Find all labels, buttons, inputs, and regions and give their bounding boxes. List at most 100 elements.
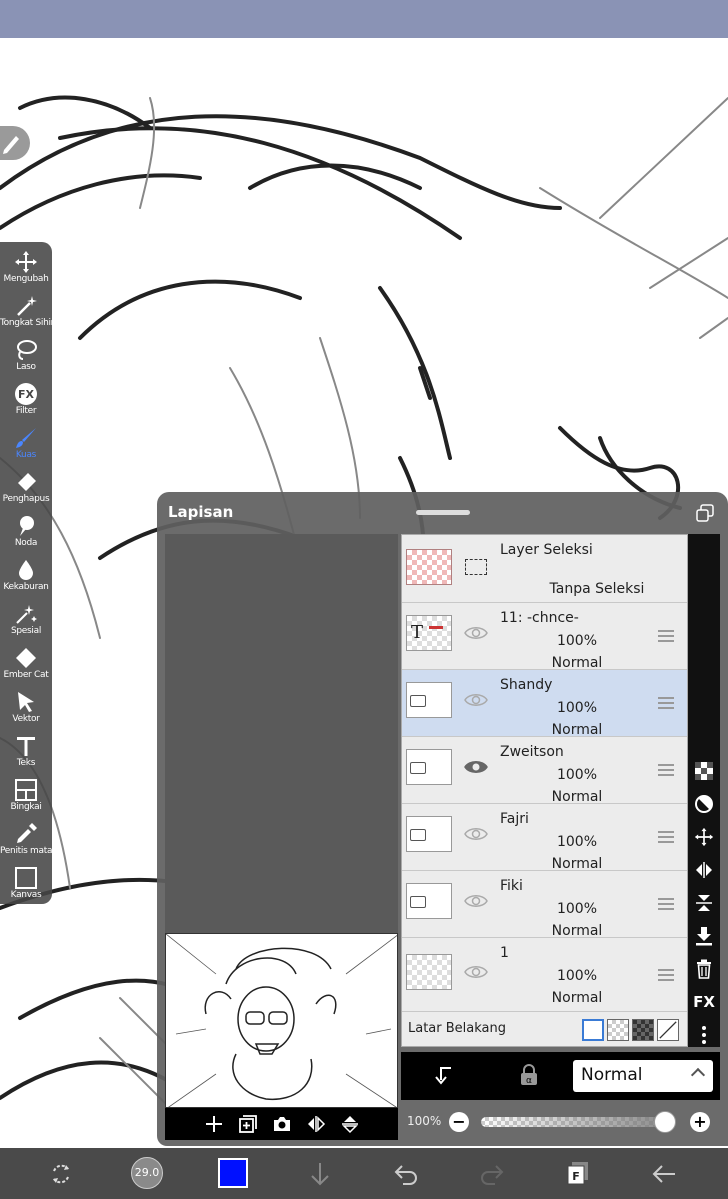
tool-blur[interactable]: Kekaburan xyxy=(0,558,52,592)
trash-icon[interactable] xyxy=(693,958,715,980)
tool-label: Noda xyxy=(14,538,38,548)
layer-row[interactable]: Zweitson 100% Normal xyxy=(402,737,687,805)
current-color-swatch[interactable] xyxy=(218,1158,248,1188)
blend-mode-select[interactable]: Normal xyxy=(573,1060,713,1092)
tool-eraser[interactable]: Penghapus xyxy=(0,470,52,504)
opacity-label: 100% xyxy=(407,1114,442,1128)
move-layer-icon[interactable] xyxy=(693,826,715,848)
flip-horizontal-icon xyxy=(307,1116,325,1132)
magic-wand-icon xyxy=(17,296,37,316)
redo-icon xyxy=(481,1165,504,1185)
background-none-swatch[interactable] xyxy=(657,1019,679,1041)
brush-size-indicator[interactable]: 29.0 xyxy=(131,1157,163,1189)
eye-icon[interactable] xyxy=(464,692,488,708)
opacity-slider[interactable] xyxy=(481,1117,676,1127)
flip-horizontal-button[interactable] xyxy=(305,1113,327,1135)
tool-label: Kekaburan xyxy=(3,582,49,592)
tool-frame[interactable]: Bingkai xyxy=(0,778,52,812)
flip-vertical-button[interactable] xyxy=(339,1113,361,1135)
back-button[interactable] xyxy=(650,1160,678,1188)
blend-mode-value: Normal xyxy=(581,1065,643,1085)
selection-layer-row[interactable]: Layer Seleksi Tanpa Seleksi xyxy=(402,535,687,603)
opacity-decrease-button[interactable]: − xyxy=(449,1112,469,1132)
status-bar xyxy=(0,0,728,38)
canvas-thumbnail[interactable] xyxy=(165,933,398,1108)
eye-icon[interactable] xyxy=(464,826,488,842)
layer-panel: Lapisan Layer Seleksi Tanpa Seleksi T 11… xyxy=(157,492,728,1146)
flip-layer-horizontal-icon[interactable] xyxy=(693,859,715,881)
layer-opacity: 100% xyxy=(556,767,598,783)
drag-handle-icon[interactable] xyxy=(658,697,674,709)
lasso-icon xyxy=(17,340,37,360)
transparency-lock-icon[interactable] xyxy=(693,760,715,782)
tool-lasso[interactable]: Laso xyxy=(0,338,52,372)
layer-fx-button[interactable]: FX xyxy=(693,991,715,1013)
tool-label: Ember Cat xyxy=(3,670,49,680)
merge-down-icon[interactable] xyxy=(693,925,715,947)
layer-name: Fiki xyxy=(500,878,523,894)
tool-canvas[interactable]: Kanvas xyxy=(0,866,52,900)
blur-icon xyxy=(19,560,33,580)
svg-text:F: F xyxy=(572,1170,580,1183)
eye-icon[interactable] xyxy=(464,893,488,909)
layer-opacity: 100% xyxy=(556,968,598,984)
tool-eyedropper[interactable]: Penitis mata xyxy=(0,822,52,856)
eye-icon[interactable] xyxy=(464,759,488,775)
tool-transform[interactable]: Mengubah xyxy=(0,250,52,284)
selection-layer-name: Layer Seleksi xyxy=(500,542,593,558)
tool-vector[interactable]: Vektor xyxy=(0,690,52,724)
layer-down-button[interactable] xyxy=(306,1160,334,1188)
duplicate-layer-button[interactable] xyxy=(237,1113,259,1135)
layer-row[interactable]: Shandy 100% Normal xyxy=(402,670,687,738)
lock-icon: α xyxy=(521,1064,537,1086)
tool-smudge[interactable]: Noda xyxy=(0,514,52,548)
duplicate-icon xyxy=(238,1115,257,1133)
tool-label: Spesial xyxy=(10,626,42,636)
tool-magic-wand[interactable]: Tongkat Sihir xyxy=(0,294,54,328)
tool-brush[interactable]: Kuas xyxy=(0,426,52,460)
add-layer-button[interactable] xyxy=(203,1113,225,1135)
layers-button[interactable]: F xyxy=(564,1160,592,1188)
background-white-swatch[interactable] xyxy=(582,1019,604,1041)
drag-handle-icon[interactable] xyxy=(658,898,674,910)
opacity-increase-button[interactable]: + xyxy=(690,1112,710,1132)
layer-row[interactable]: 1 100% Normal xyxy=(402,938,687,1012)
eye-icon[interactable] xyxy=(464,964,488,980)
layer-row[interactable]: Fajri 100% Normal xyxy=(402,804,687,872)
layer-blend-mode: Normal xyxy=(551,789,603,805)
layer-opacity: 100% xyxy=(556,834,598,850)
background-transparent-swatch[interactable] xyxy=(607,1019,629,1041)
background-dark-swatch[interactable] xyxy=(632,1019,654,1041)
bottom-toolbar: 29.0 F xyxy=(0,1148,728,1199)
svg-text:FX: FX xyxy=(18,388,35,401)
flip-layer-vertical-icon[interactable] xyxy=(693,892,715,914)
camera-button[interactable] xyxy=(271,1113,293,1135)
drag-handle-icon[interactable] xyxy=(658,630,674,642)
tool-label: Kuas xyxy=(15,450,37,460)
pencil-mode-button[interactable] xyxy=(0,126,30,160)
background-row: Latar Belakang xyxy=(402,1012,687,1046)
panel-drag-handle[interactable] xyxy=(416,510,470,515)
more-options-icon[interactable] xyxy=(693,1024,715,1046)
eye-icon[interactable] xyxy=(464,625,488,641)
drag-handle-icon[interactable] xyxy=(658,969,674,981)
tool-special[interactable]: Spesial xyxy=(0,602,52,636)
drag-handle-icon[interactable] xyxy=(658,764,674,776)
clip-layer-button[interactable] xyxy=(433,1064,455,1090)
layer-row[interactable]: Fiki 100% Normal xyxy=(402,871,687,939)
drag-handle-icon[interactable] xyxy=(658,831,674,843)
clipping-icon[interactable] xyxy=(693,793,715,815)
tool-bucket[interactable]: Ember Cat xyxy=(0,646,52,680)
redo-button[interactable] xyxy=(478,1160,506,1188)
tool-filter[interactable]: FX Filter xyxy=(0,382,52,416)
undo-button[interactable] xyxy=(392,1160,420,1188)
alpha-lock-button[interactable]: α xyxy=(519,1064,539,1090)
opacity-slider-knob[interactable] xyxy=(654,1111,676,1133)
maximize-icon[interactable] xyxy=(696,504,714,522)
eyedropper-icon xyxy=(17,823,37,843)
layer-row[interactable]: T 11: -chnce- 100% Normal xyxy=(402,603,687,671)
swap-button[interactable] xyxy=(47,1160,75,1188)
layer-name: Fajri xyxy=(500,811,529,827)
tool-text[interactable]: Teks xyxy=(0,734,52,768)
layer-blend-mode: Normal xyxy=(551,856,603,872)
